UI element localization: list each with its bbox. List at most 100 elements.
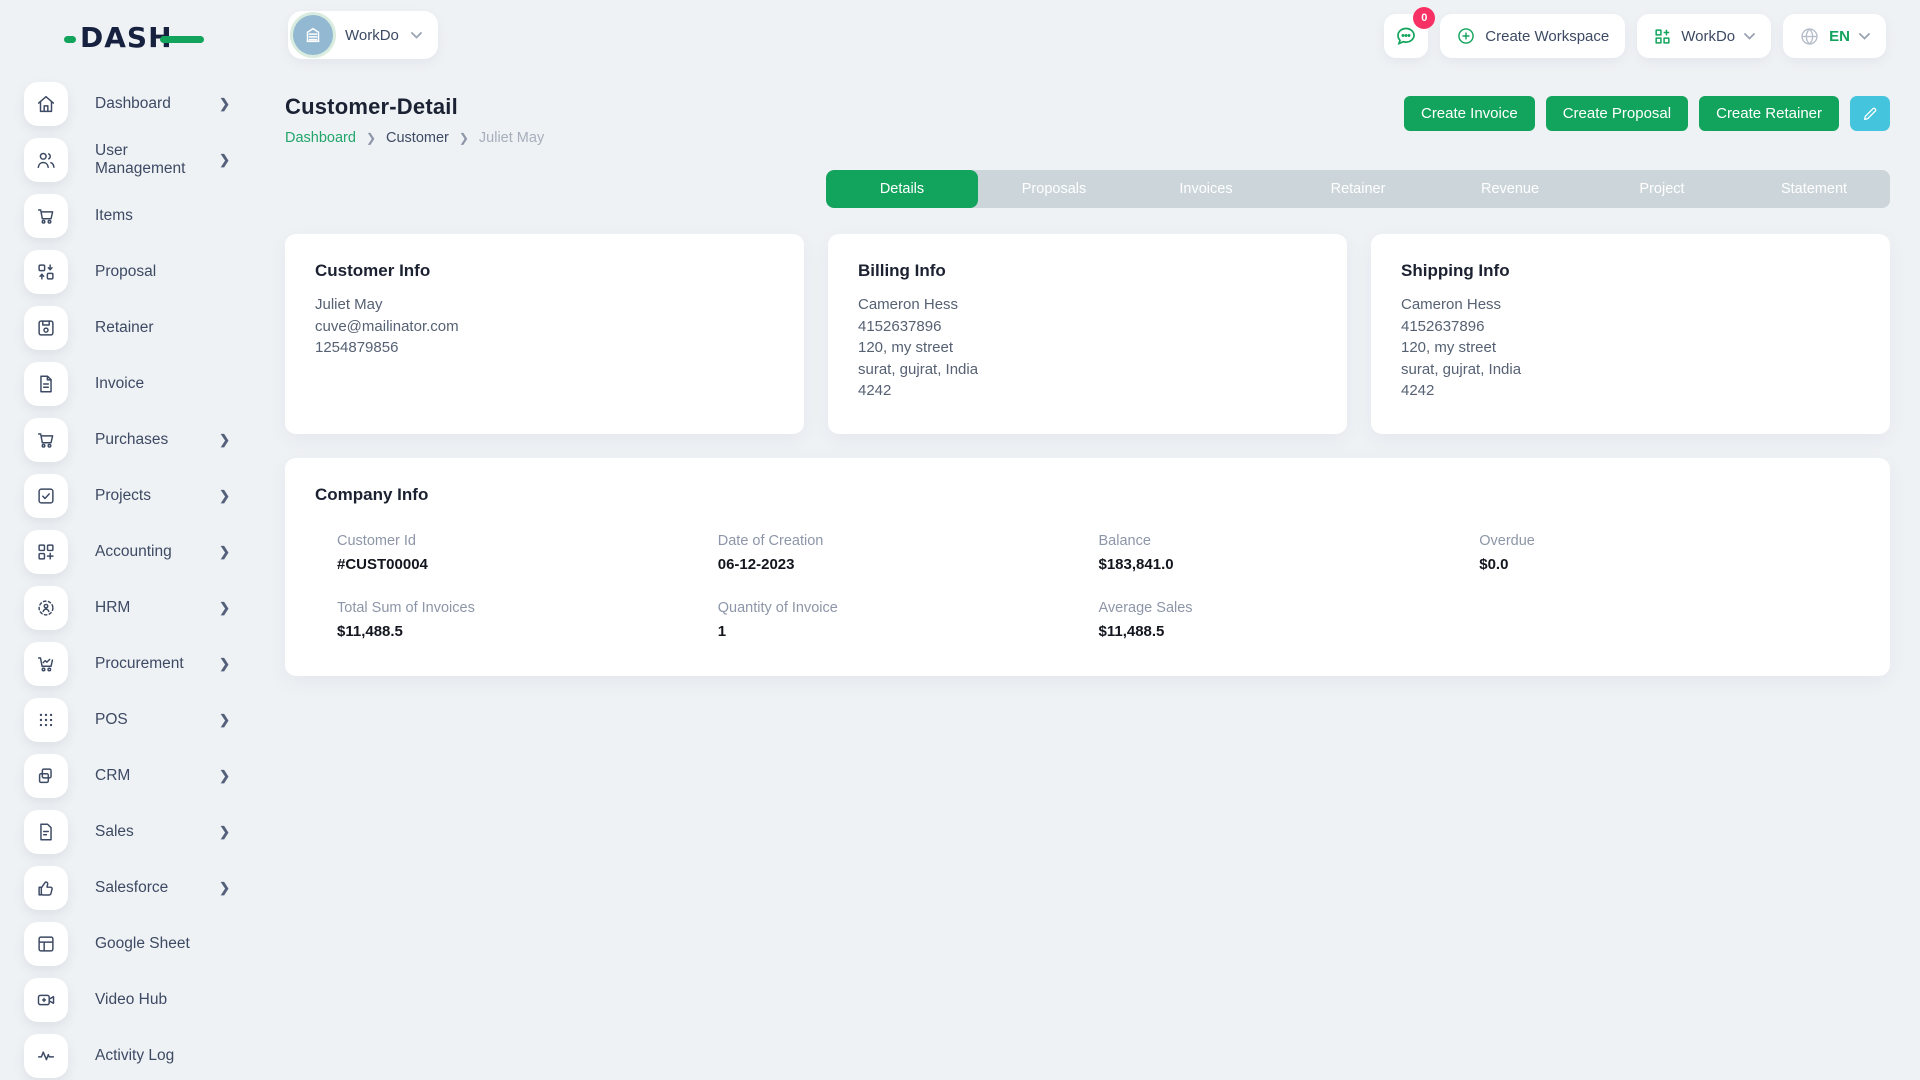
company-field-average-sales: Average Sales $11,488.5: [1099, 600, 1480, 640]
dash-logo[interactable]: DASH: [64, 16, 204, 56]
chevron-right-icon: ❯: [219, 656, 236, 672]
workspace-name: WorkDo: [345, 27, 399, 44]
chat-icon: [1394, 24, 1418, 48]
floppy-icon: [24, 306, 68, 350]
workspace-avatar: [293, 15, 333, 55]
check-square-icon: [24, 474, 68, 518]
field-value: #CUST00004: [337, 556, 718, 573]
language-menu[interactable]: EN: [1783, 14, 1886, 58]
sidebar-item-sales[interactable]: Sales❯: [0, 804, 258, 860]
company-field-date-of-creation: Date of Creation06-12-2023: [718, 533, 1099, 573]
breadcrumb-dashboard-link[interactable]: Dashboard: [285, 130, 356, 146]
company-info-title: Company Info: [315, 485, 1860, 505]
sidebar-item-activity-log[interactable]: Activity Log: [0, 1028, 258, 1080]
top-header: DASH WorkDo 0 Create Workspace: [0, 0, 1920, 72]
card-title: Shipping Info: [1401, 261, 1860, 281]
sidebar-item-projects[interactable]: Projects❯: [0, 468, 258, 524]
card-title: Customer Info: [315, 261, 774, 281]
cart-chart-icon: [24, 642, 68, 686]
activity-icon: [24, 1034, 68, 1078]
sidebar-item-label: Items: [95, 207, 236, 225]
tab-retainer[interactable]: Retainer: [1282, 170, 1434, 208]
tab-revenue[interactable]: Revenue: [1434, 170, 1586, 208]
sidebar-item-hrm[interactable]: HRM❯: [0, 580, 258, 636]
chevron-right-icon: ❯: [219, 824, 236, 840]
sidebar-item-label: Retainer: [95, 319, 236, 337]
field-label: Customer Id: [337, 533, 718, 549]
card-line: 4242: [858, 380, 1317, 402]
create-retainer-button[interactable]: Create Retainer: [1699, 96, 1839, 131]
shipping-info-card: Shipping InfoCameron Hess4152637896120, …: [1371, 234, 1890, 434]
sidebar-item-label: Procurement: [95, 655, 219, 673]
sidebar-item-label: Proposal: [95, 263, 236, 281]
card-line: surat, gujrat, India: [1401, 359, 1860, 381]
create-workspace-button[interactable]: Create Workspace: [1440, 14, 1625, 58]
tab-invoices[interactable]: Invoices: [1130, 170, 1282, 208]
tab-project[interactable]: Project: [1586, 170, 1738, 208]
tab-proposals[interactable]: Proposals: [978, 170, 1130, 208]
breadcrumb-current: Juliet May: [479, 130, 544, 146]
sidebar-item-user-management[interactable]: User Management❯: [0, 132, 258, 188]
chevron-right-icon: ❯: [219, 432, 236, 448]
messages-count-badge: 0: [1413, 7, 1435, 29]
sidebar-item-items[interactable]: Items: [0, 188, 258, 244]
sidebar-item-retainer[interactable]: Retainer: [0, 300, 258, 356]
breadcrumb-separator: ❯: [459, 131, 469, 145]
field-label: Average Sales: [1099, 600, 1480, 616]
sidebar-item-label: Sales: [95, 823, 219, 841]
company-info-card: Company Info Customer Id #CUST00004Date o…: [285, 458, 1890, 676]
company-menu-label: WorkDo: [1681, 28, 1735, 45]
cart-icon: [24, 194, 68, 238]
card-line: cuve@mailinator.com: [315, 316, 774, 338]
chevron-down-icon: [1859, 33, 1870, 40]
cart-icon: [24, 418, 68, 462]
field-value: 1: [718, 623, 1099, 640]
sidebar-nav: Dashboard❯User Management❯ItemsProposalR…: [0, 76, 258, 1080]
create-workspace-label: Create Workspace: [1485, 28, 1609, 45]
company-field-balance: Balance$183,841.0: [1099, 533, 1480, 573]
field-label: Balance: [1099, 533, 1480, 549]
page-title: Customer-Detail: [285, 94, 544, 120]
globe-icon: [1799, 26, 1820, 47]
grid-plus-icon: [24, 530, 68, 574]
chevron-right-icon: ❯: [219, 712, 236, 728]
dots-grid-icon: [24, 698, 68, 742]
workspace-selector[interactable]: WorkDo: [288, 11, 438, 59]
sidebar-item-label: Google Sheet: [95, 935, 236, 953]
edit-customer-button[interactable]: [1850, 96, 1890, 131]
sidebar-item-label: Dashboard: [95, 95, 219, 113]
field-label: Total Sum of Invoices: [337, 600, 718, 616]
sidebar-item-purchases[interactable]: Purchases❯: [0, 412, 258, 468]
hrm-icon: [24, 586, 68, 630]
breadcrumb-customer-link[interactable]: Customer: [386, 130, 449, 146]
customer-info-card: Customer InfoJuliet Maycuve@mailinator.c…: [285, 234, 804, 434]
proposal-icon: [24, 250, 68, 294]
company-menu[interactable]: WorkDo: [1637, 14, 1771, 58]
chevron-right-icon: ❯: [219, 768, 236, 784]
sidebar-item-accounting[interactable]: Accounting❯: [0, 524, 258, 580]
sidebar-item-google-sheet[interactable]: Google Sheet: [0, 916, 258, 972]
create-invoice-button[interactable]: Create Invoice: [1404, 96, 1535, 131]
create-proposal-button[interactable]: Create Proposal: [1546, 96, 1688, 131]
sidebar-item-video-hub[interactable]: Video Hub: [0, 972, 258, 1028]
sidebar-item-dashboard[interactable]: Dashboard❯: [0, 76, 258, 132]
card-line: 1254879856: [315, 337, 774, 359]
tab-details[interactable]: Details: [826, 170, 978, 208]
sidebar-item-crm[interactable]: CRM❯: [0, 748, 258, 804]
messages-button[interactable]: 0: [1384, 14, 1428, 58]
sidebar-item-salesforce[interactable]: Salesforce❯: [0, 860, 258, 916]
card-line: Cameron Hess: [858, 294, 1317, 316]
field-label: Date of Creation: [718, 533, 1099, 549]
pencil-icon: [1862, 106, 1878, 122]
field-value: $11,488.5: [1099, 623, 1480, 640]
language-label: EN: [1829, 28, 1850, 45]
card-line: surat, gujrat, India: [858, 359, 1317, 381]
sidebar-item-label: Invoice: [95, 375, 236, 393]
sidebar-item-label: CRM: [95, 767, 219, 785]
sidebar-item-proposal[interactable]: Proposal: [0, 244, 258, 300]
sidebar-item-pos[interactable]: POS❯: [0, 692, 258, 748]
sidebar-item-procurement[interactable]: Procurement❯: [0, 636, 258, 692]
sidebar-item-invoice[interactable]: Invoice: [0, 356, 258, 412]
tab-statement[interactable]: Statement: [1738, 170, 1890, 208]
thumbs-up-icon: [24, 866, 68, 910]
